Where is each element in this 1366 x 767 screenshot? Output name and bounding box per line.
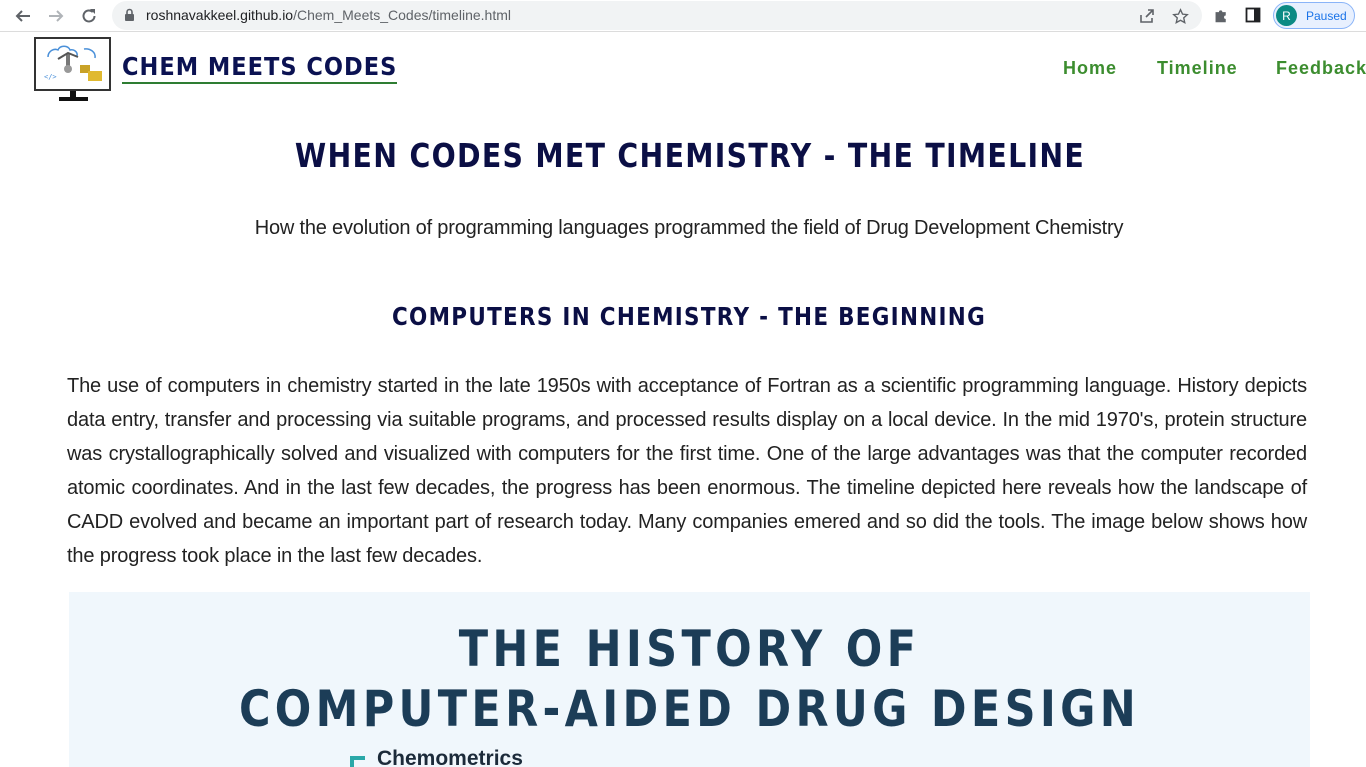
puzzle-icon [1215,9,1226,22]
infographic-title-line1: THE HISTORY OF [458,620,921,678]
profile-button[interactable]: R Paused [1273,2,1355,29]
logo-illustration-icon: </> [44,45,102,81]
url-text: roshnavakkeel.github.io/Chem_Meets_Codes… [146,7,511,23]
share-button[interactable] [1137,6,1157,26]
side-panel-button[interactable] [1243,5,1263,25]
side-panel-icon [1245,7,1261,23]
reload-icon [82,9,96,23]
back-button[interactable] [10,3,36,29]
page-title: WHEN CODES MET CHEMISTRY - THE TIMELINE [294,136,1086,175]
back-arrow-icon [15,10,30,22]
url-path: /Chem_Meets_Codes/timeline.html [293,7,511,23]
extensions-button[interactable] [1211,5,1231,25]
nav-timeline-link[interactable]: Timeline [1157,58,1238,79]
address-bar[interactable]: roshnavakkeel.github.io/Chem_Meets_Codes… [112,1,1202,30]
forward-arrow-icon [49,10,64,22]
forward-button[interactable] [43,3,69,29]
url-host: roshnavakkeel.github.io [146,7,294,23]
bookmark-button[interactable] [1170,6,1190,26]
lock-icon [125,8,134,21]
svg-text:</>: </> [44,73,57,81]
intro-paragraph: The use of computers in chemistry starte… [67,375,1307,567]
nav-feedback-link[interactable]: Feedback [1276,58,1366,79]
page-subtitle: How the evolution of programming languag… [254,217,1124,239]
timeline-marker-icon [350,756,365,767]
infographic-title-line2: COMPUTER-AIDED DRUG DESIGN [238,680,1141,738]
timeline-item-label: Chemometrics [377,747,523,767]
section-title: COMPUTERS IN CHEMISTRY - THE BEGINNING [391,302,987,331]
reload-button[interactable] [76,3,102,29]
profile-status: Paused [1306,8,1347,23]
cadd-history-infographic: THE HISTORY OF COMPUTER-AIDED DRUG DESIG… [69,592,1310,767]
browser-toolbar: roshnavakkeel.github.io/Chem_Meets_Codes… [0,0,1366,32]
share-icon [1140,9,1154,23]
logo-base [59,97,88,101]
site-brand-link[interactable]: CHEM MEETS CODES [122,52,398,84]
star-icon [1171,7,1189,24]
site-logo[interactable]: </> [34,37,111,91]
nav-home-link[interactable]: Home [1063,58,1117,79]
avatar: R [1276,5,1297,26]
